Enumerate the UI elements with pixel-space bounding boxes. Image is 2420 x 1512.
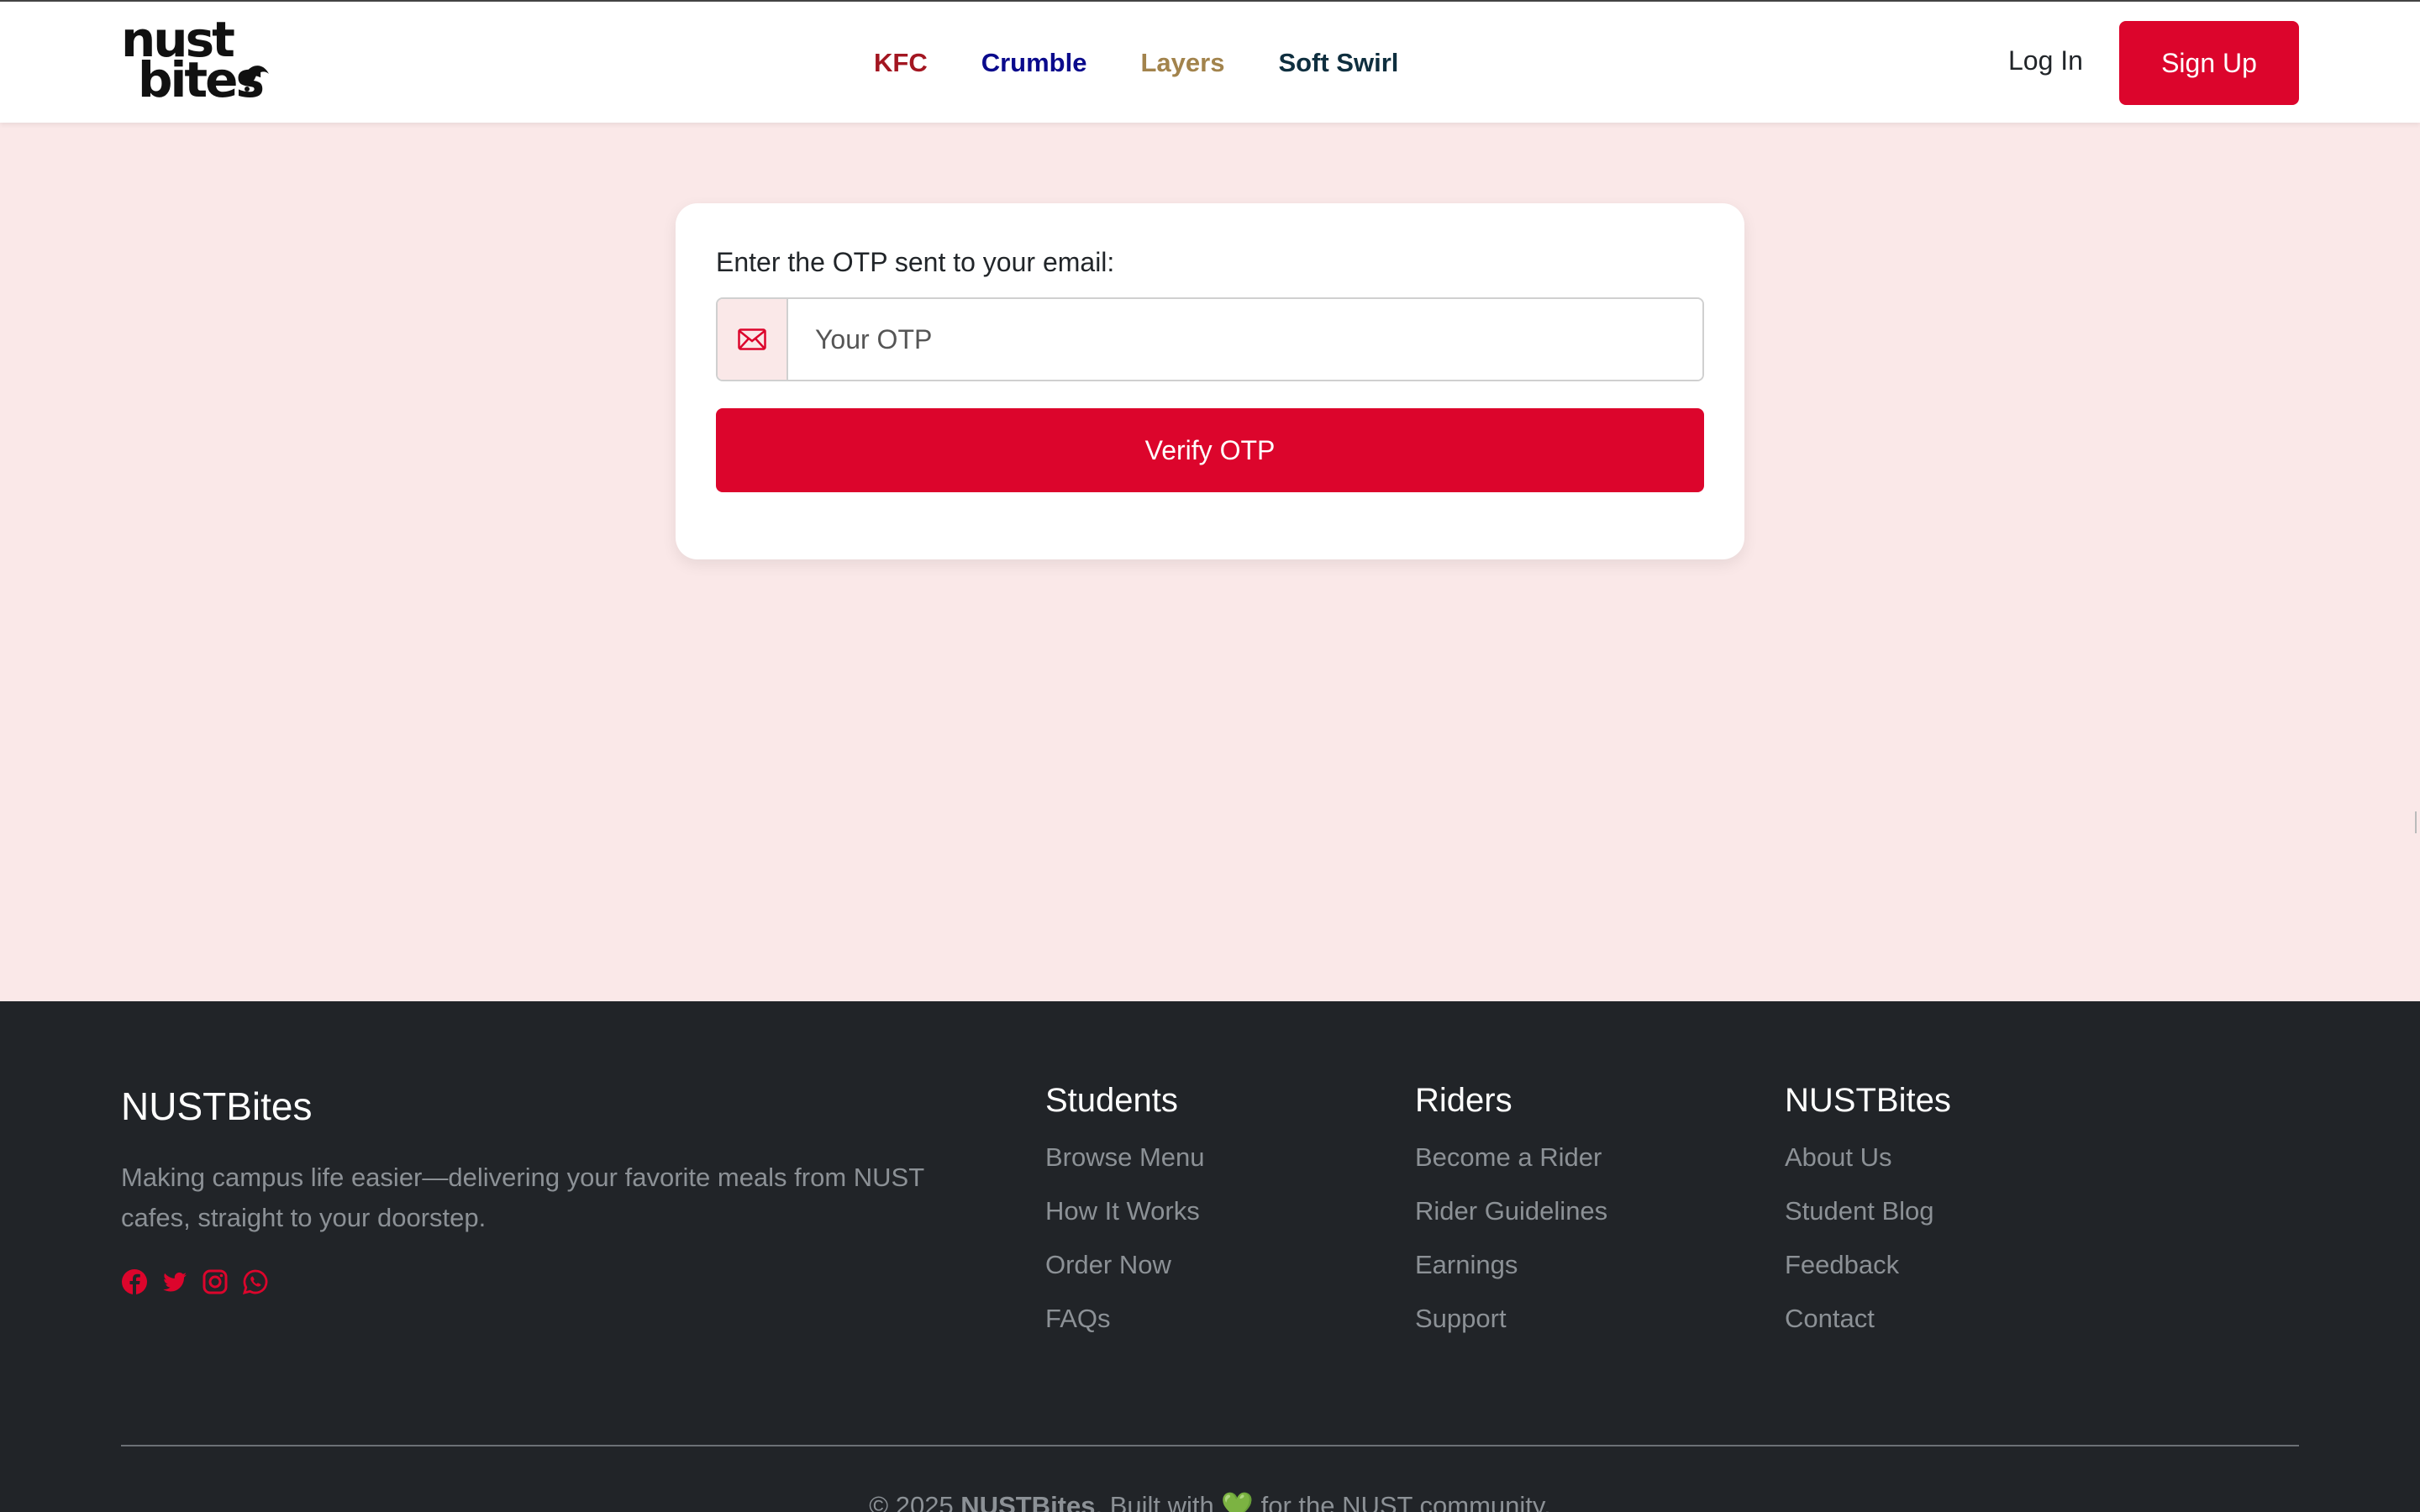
copyright-brand: NUSTBites xyxy=(960,1491,1096,1512)
footer-link-feedback[interactable]: Feedback xyxy=(1785,1247,2121,1301)
logo-swoosh-icon xyxy=(242,66,269,92)
footer-divider xyxy=(121,1445,2299,1446)
verify-otp-button[interactable]: Verify OTP xyxy=(716,408,1704,492)
scrollbar-hint[interactable] xyxy=(2415,811,2420,833)
copyright-text: © 2025 NUSTBites. Built with 💚 for the N… xyxy=(0,1490,2420,1512)
footer-link-student-blog[interactable]: Student Blog xyxy=(1785,1194,2121,1247)
otp-card: Enter the OTP sent to your email: Verify… xyxy=(676,203,1744,559)
footer-link-support[interactable]: Support xyxy=(1415,1301,1751,1355)
nav-link-kfc[interactable]: KFC xyxy=(874,48,928,78)
social-links xyxy=(121,1268,269,1295)
whatsapp-icon[interactable] xyxy=(242,1268,269,1295)
signup-button[interactable]: Sign Up xyxy=(2119,21,2299,105)
footer-column-title: NUSTBites xyxy=(1785,1082,1951,1119)
footer-link-about-us[interactable]: About Us xyxy=(1785,1140,2121,1194)
footer-link-contact[interactable]: Contact xyxy=(1785,1301,2121,1355)
login-link[interactable]: Log In xyxy=(2008,45,2083,76)
footer-brand-title: NUSTBites xyxy=(121,1084,313,1128)
footer-link-earnings[interactable]: Earnings xyxy=(1415,1247,1751,1301)
footer-column-riders: Riders Become a Rider Rider Guidelines E… xyxy=(1415,1082,1751,1355)
footer-link-how-it-works[interactable]: How It Works xyxy=(1045,1194,1381,1247)
footer: NUSTBites Making campus life easier—deli… xyxy=(0,1001,2420,1512)
nav-link-soft-swirl[interactable]: Soft Swirl xyxy=(1278,48,1398,78)
nav-links: KFC Crumble Layers Soft Swirl xyxy=(874,44,1398,82)
footer-column-students: Students Browse Menu How It Works Order … xyxy=(1045,1082,1381,1355)
otp-input[interactable] xyxy=(788,299,1702,380)
otp-input-group xyxy=(716,297,1704,381)
instagram-icon[interactable] xyxy=(202,1268,229,1295)
footer-brand-description: Making campus life easier—delivering you… xyxy=(121,1163,924,1232)
copyright-suffix: . Built with 💚 for the NUST community. xyxy=(1095,1491,1551,1512)
twitter-icon[interactable] xyxy=(161,1268,188,1295)
footer-link-order-now[interactable]: Order Now xyxy=(1045,1247,1381,1301)
footer-link-faqs[interactable]: FAQs xyxy=(1045,1301,1381,1355)
otp-label: Enter the OTP sent to your email: xyxy=(716,247,1115,277)
facebook-icon[interactable] xyxy=(121,1268,148,1295)
nustbites-logo[interactable]: nust bites xyxy=(119,15,279,108)
footer-column-title: Riders xyxy=(1415,1082,1512,1119)
nav-link-crumble[interactable]: Crumble xyxy=(981,48,1087,78)
footer-column-title: Students xyxy=(1045,1082,1178,1119)
footer-link-become-a-rider[interactable]: Become a Rider xyxy=(1415,1140,1751,1194)
footer-column-nustbites: NUSTBites About Us Student Blog Feedback… xyxy=(1785,1082,2121,1355)
copyright-prefix: © 2025 xyxy=(869,1491,961,1512)
envelope-icon xyxy=(718,299,788,380)
navbar: nust bites KFC Crumble Layers Soft Swirl… xyxy=(0,0,2420,123)
nav-link-layers[interactable]: Layers xyxy=(1140,48,1224,78)
footer-link-rider-guidelines[interactable]: Rider Guidelines xyxy=(1415,1194,1751,1247)
footer-link-browse-menu[interactable]: Browse Menu xyxy=(1045,1140,1381,1194)
